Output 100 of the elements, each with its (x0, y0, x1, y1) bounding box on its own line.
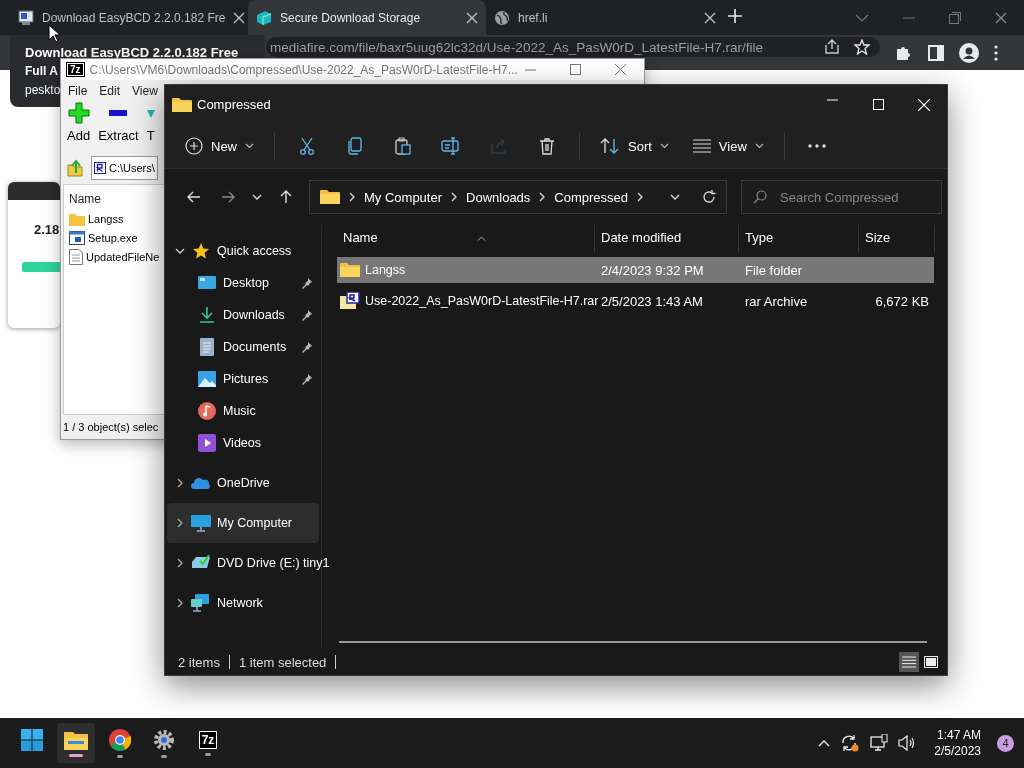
scissors-icon (298, 137, 316, 155)
column-header[interactable]: Date modified (595, 225, 739, 253)
column-header[interactable]: Name (69, 189, 101, 209)
gear-icon (153, 728, 175, 751)
more-icon (807, 144, 826, 148)
chevron-right-icon (451, 192, 458, 202)
taskbar-app[interactable] (57, 723, 95, 763)
windows-logo-icon (21, 728, 43, 751)
up-icon (280, 190, 292, 204)
menu-item[interactable]: View (131, 84, 159, 98)
program-icon (69, 230, 85, 245)
download-icon (199, 306, 215, 324)
column-header[interactable]: Size (859, 225, 935, 253)
toolbar-button[interactable]: View (684, 128, 772, 164)
nav-item[interactable]: OneDrive (167, 463, 319, 503)
chrome-icon (109, 728, 131, 751)
folder-icon (64, 729, 88, 750)
nav-item[interactable]: Documents (167, 331, 319, 363)
box-icon (256, 9, 272, 26)
version-text: 2.18 (34, 222, 60, 237)
chevron-down-icon (175, 246, 185, 256)
lines-icon (692, 139, 711, 153)
status-text: 1 / 3 object(s) selec (63, 421, 159, 433)
path-field[interactable]: C:\Users\ (91, 156, 158, 180)
page-header (8, 182, 60, 200)
address-bar[interactable]: mediafire.com/file/baxr5uug62lc32d/Use-2022_As_PasW0rD_LatestFile-H7.rar/file (266, 37, 880, 57)
minus-icon (109, 110, 128, 116)
chevron-up-icon (818, 739, 831, 747)
scrollbar[interactable] (339, 641, 927, 643)
profile-icon (959, 43, 979, 63)
chevron-right-icon (175, 478, 185, 488)
notification-badge[interactable]: 4 (997, 734, 1014, 752)
speaker-icon (898, 735, 917, 751)
chevron-down-icon (670, 194, 680, 200)
menu-item[interactable]: Edit (98, 84, 122, 98)
puzzle-icon (895, 44, 913, 62)
minimize-icon (903, 16, 915, 19)
minimize-icon (826, 98, 838, 101)
list-row[interactable]: UpdatedFileNe (69, 247, 160, 266)
tile-icon (924, 656, 938, 668)
search-field[interactable]: Search Compressed (741, 180, 942, 214)
nav-item[interactable]: Videos (167, 427, 319, 459)
clipboard-icon (394, 137, 412, 155)
folder-icon (172, 96, 192, 113)
details-view-button[interactable] (899, 652, 919, 672)
clock[interactable]: 1:47 AM 2/5/2023 (934, 727, 981, 759)
status-text: 2 items (178, 654, 220, 670)
column-header[interactable]: Name (337, 225, 595, 253)
column-header[interactable]: Type (739, 225, 859, 253)
toolbar-button[interactable]: Add (67, 102, 91, 143)
chevron-right-icon (175, 518, 185, 528)
trash-icon (539, 137, 555, 155)
taskbar-app[interactable]: 7z (189, 723, 227, 763)
close-icon (918, 98, 930, 111)
forward-icon (221, 191, 235, 203)
toolbar-button[interactable]: Extract (98, 102, 139, 143)
window-title: C:\Users\VM6\Downloads\Compressed\Use-2022_As_PasW0rD-LatestFile-H7... (89, 62, 518, 77)
list-row[interactable]: Langss (69, 209, 124, 228)
caret-icon (659, 143, 669, 149)
file-row[interactable]: Use-2022_As_PasW0rD-LatestFile-H7.rar 2/5/2023 1:43 AM rar Archive 6,672 KB (337, 288, 934, 314)
list-icon (902, 656, 916, 668)
nav-item[interactable]: Network (167, 583, 319, 623)
page-title: Full A (25, 64, 58, 78)
address-bar[interactable]: My Computer Downloads Compressed (309, 180, 727, 214)
nav-item[interactable]: Pictures (167, 363, 319, 395)
restore-icon (949, 11, 961, 24)
nav-item[interactable]: Music (167, 395, 319, 427)
caret-icon (245, 143, 254, 149)
chevron-right-icon (349, 192, 355, 202)
file-row[interactable]: Langss 2/4/2023 9:32 PM File folder (337, 257, 934, 283)
new-tab-icon (728, 9, 742, 23)
browser-tab[interactable]: Download EasyBCD 2.2.0.182 Fre (10, 0, 248, 35)
nav-item[interactable]: Downloads (167, 299, 319, 331)
browser-tab[interactable]: href.li (486, 0, 724, 35)
minimize-icon (525, 68, 536, 71)
nav-item[interactable]: My Computer (167, 503, 319, 543)
close-icon (615, 64, 626, 75)
toolbar-button[interactable]: New (177, 128, 262, 164)
folder-icon (69, 211, 85, 226)
pin-icon (301, 341, 313, 353)
menu-item[interactable]: File (67, 84, 89, 98)
list-row[interactable]: Setup.exe (69, 228, 138, 247)
toolbar-button[interactable]: T (146, 102, 155, 143)
plus-icon (67, 102, 90, 124)
status-text: 1 item selected (238, 654, 327, 670)
toolbar-button[interactable]: Sort (592, 128, 677, 164)
side-panel-icon (928, 45, 944, 61)
cursor-icon (48, 24, 60, 43)
nav-item[interactable]: DVD Drive (E:) tiny1 (167, 543, 330, 583)
sort-up-icon (477, 236, 486, 241)
star-outline-icon (854, 39, 870, 55)
chevron-right-icon (637, 192, 644, 202)
pin-icon (301, 373, 313, 385)
folder-icon (320, 189, 340, 205)
app-icon (18, 9, 34, 26)
nav-item[interactable]: Desktop (167, 267, 319, 299)
nav-item[interactable]: Quick access (167, 235, 319, 267)
page-title: Download EasyBCD 2.2.0.182 Free (25, 45, 239, 60)
document-icon (69, 248, 83, 265)
browser-tab[interactable]: Secure Download Storage (248, 0, 486, 35)
